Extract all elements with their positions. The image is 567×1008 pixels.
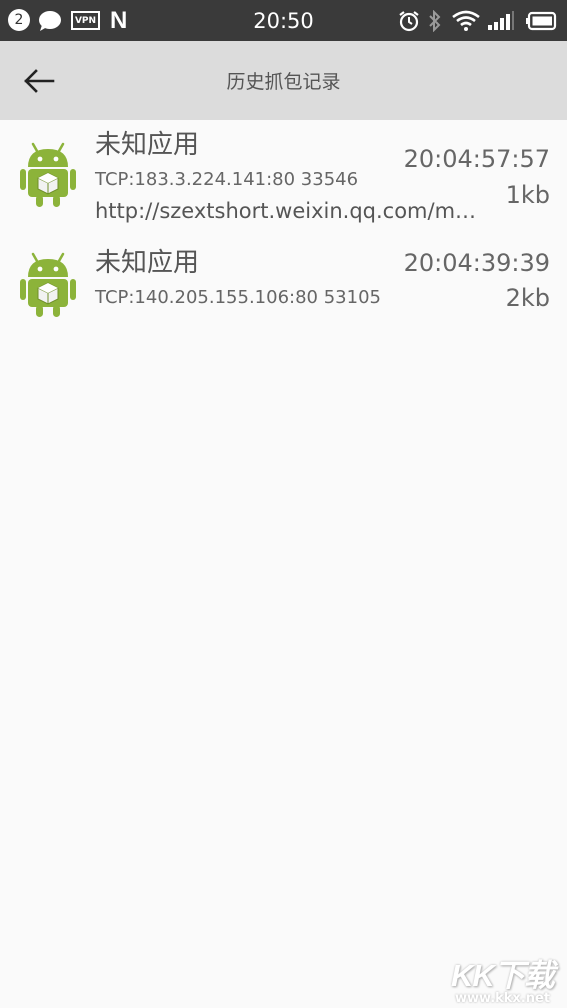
connection-info: TCP:140.205.155.106:80 53105: [95, 287, 381, 308]
watermark: KK下载 www.kkx.net: [445, 950, 563, 1006]
capture-record-list: 未知应用 TCP:183.3.224.141:80 33546 http://s…: [0, 120, 567, 322]
app-header: 历史抓包记录: [0, 41, 567, 120]
wifi-icon: [452, 0, 480, 41]
n-app-icon: N: [110, 6, 128, 34]
data-size: 1kb: [505, 181, 550, 209]
android-app-icon: [19, 142, 77, 208]
connection-info: TCP:183.3.224.141:80 33546: [95, 169, 359, 190]
list-item[interactable]: 未知应用 TCP:183.3.224.141:80 33546 http://s…: [0, 120, 567, 232]
request-url: http://szextshort.weixin.qq.com/mmtls/..…: [95, 200, 487, 223]
chat-bubble-icon: [38, 0, 62, 41]
vpn-icon: VPN: [71, 11, 100, 30]
battery-icon: [525, 0, 557, 41]
app-name: 未知应用: [95, 248, 200, 278]
notification-count-badge: 2: [8, 9, 30, 31]
app-name: 未知应用: [95, 130, 200, 160]
alarm-icon: [397, 0, 421, 41]
arrow-left-icon: [24, 69, 55, 93]
signal-icon: [487, 0, 515, 41]
page-title: 历史抓包记录: [226, 71, 341, 93]
data-size: 2kb: [505, 284, 550, 312]
watermark-url: www.kkx.net: [455, 991, 551, 1006]
capture-time: 20:04:57:57: [403, 145, 550, 173]
android-app-icon: [19, 252, 77, 318]
capture-time: 20:04:39:39: [403, 249, 550, 277]
back-button[interactable]: [14, 61, 64, 101]
list-item[interactable]: 未知应用 TCP:140.205.155.106:80 53105 20:04:…: [0, 232, 567, 322]
status-bar: 2 VPN N 20:50: [0, 0, 567, 41]
watermark-logo: KK下载: [451, 958, 555, 993]
bluetooth-icon: [428, 0, 442, 41]
